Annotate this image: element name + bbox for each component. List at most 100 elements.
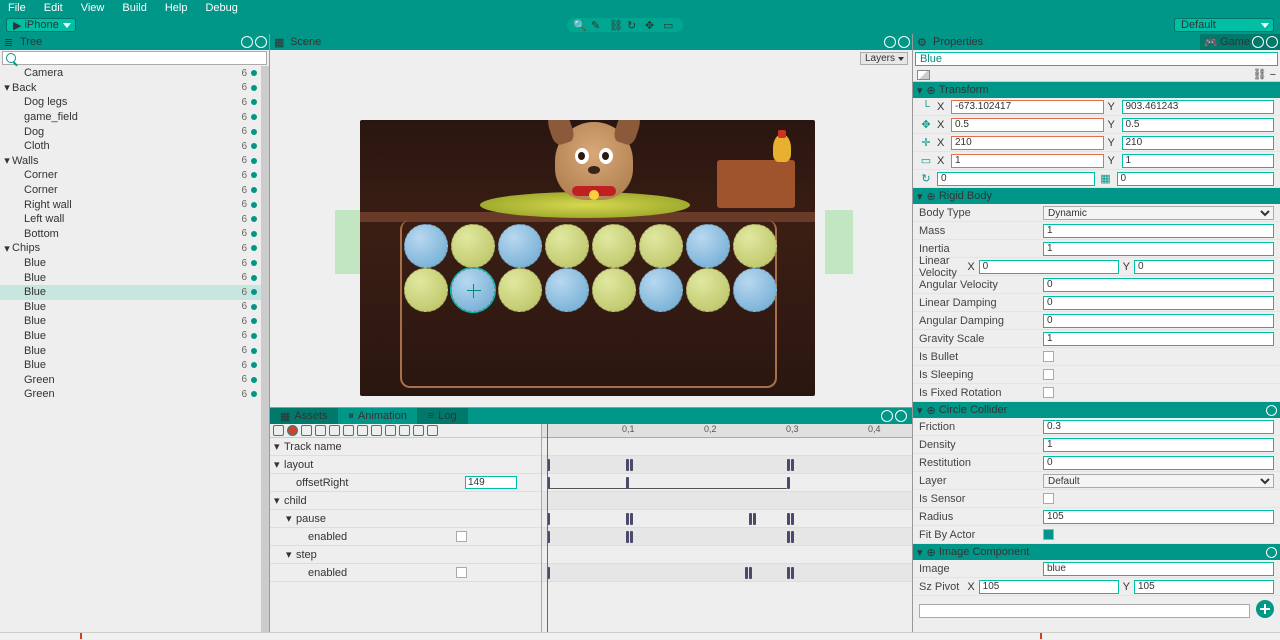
mass-input[interactable]: [1043, 224, 1274, 238]
chip[interactable]: [451, 224, 495, 268]
link-icon[interactable]: ⛓: [1253, 68, 1267, 81]
tool-search-icon[interactable]: 🔍: [573, 19, 587, 31]
chip[interactable]: [498, 224, 542, 268]
friction-input[interactable]: [1043, 420, 1274, 434]
timeline-lane[interactable]: [542, 474, 912, 492]
anim-curve-icon[interactable]: [385, 425, 396, 436]
tool-link-icon[interactable]: ⛓: [609, 19, 623, 31]
chip-selected[interactable]: [451, 268, 495, 312]
bodytype-select[interactable]: Dynamic: [1043, 206, 1274, 220]
anim-track-row[interactable]: ▾step: [270, 546, 541, 564]
layout-dropdown[interactable]: Default: [1174, 18, 1274, 32]
scene-close-icon[interactable]: [898, 36, 910, 48]
section-image[interactable]: ▾⊕ Image Component: [913, 544, 1280, 560]
anim-close-icon[interactable]: [895, 410, 907, 422]
menu-build[interactable]: Build: [122, 2, 146, 14]
linvel-x-input[interactable]: [979, 260, 1119, 274]
layers-dropdown[interactable]: Layers: [860, 52, 908, 65]
tree-item[interactable]: Cloth6: [0, 139, 261, 154]
restitution-input[interactable]: [1043, 456, 1274, 470]
menu-help[interactable]: Help: [165, 2, 188, 14]
device-dropdown[interactable]: ▶iPhone: [6, 18, 76, 32]
remove-collider-icon[interactable]: [1266, 405, 1277, 416]
sensor-checkbox[interactable]: [1043, 493, 1054, 504]
anim-opts-icon[interactable]: [427, 425, 438, 436]
anchor-y-input[interactable]: [1122, 154, 1275, 168]
pivot-y-input[interactable]: [1134, 580, 1274, 594]
inertia-input[interactable]: [1043, 242, 1274, 256]
add-component-button[interactable]: [1256, 600, 1274, 618]
timeline-lane[interactable]: [542, 546, 912, 564]
tool-frame-icon[interactable]: ▭: [663, 19, 677, 31]
anim-track-row[interactable]: enabled: [270, 564, 541, 582]
scene-min-icon[interactable]: [884, 36, 896, 48]
timeline-ruler[interactable]: 0,10,20,30,40,50,60,7: [542, 424, 912, 438]
chip[interactable]: [545, 268, 589, 312]
anim-track-row[interactable]: ▾pause: [270, 510, 541, 528]
tree-item[interactable]: Blue6: [0, 329, 261, 344]
chip[interactable]: [545, 224, 589, 268]
chip[interactable]: [733, 268, 777, 312]
tree-item[interactable]: Dog legs6: [0, 95, 261, 110]
chip[interactable]: [404, 224, 448, 268]
rot-x-input[interactable]: [937, 172, 1095, 186]
anim-cut-icon[interactable]: [399, 425, 410, 436]
tree-item[interactable]: ▾Back6: [0, 81, 261, 96]
tree-item[interactable]: Blue6: [0, 358, 261, 373]
anim-loop-icon[interactable]: [371, 425, 382, 436]
anim-track-row[interactable]: ▾layout: [270, 456, 541, 474]
fitactor-checkbox[interactable]: [1043, 529, 1054, 540]
anim-track-row[interactable]: ▾child: [270, 492, 541, 510]
tree-item[interactable]: Green6: [0, 372, 261, 387]
tree-item[interactable]: Blue6: [0, 343, 261, 358]
anim-scale-icon[interactable]: [413, 425, 424, 436]
animation-timeline[interactable]: 0,10,20,30,40,50,60,7: [542, 424, 912, 632]
minus-icon[interactable]: −: [1270, 69, 1276, 81]
tree-item[interactable]: Blue6: [0, 285, 261, 300]
tree-min-icon[interactable]: [241, 36, 253, 48]
bullet-checkbox[interactable]: [1043, 351, 1054, 362]
chip[interactable]: [592, 268, 636, 312]
add-component-search[interactable]: [919, 604, 1250, 618]
tree-item[interactable]: Camera6: [0, 66, 261, 81]
fixedrot-checkbox[interactable]: [1043, 387, 1054, 398]
tree-item[interactable]: game_field6: [0, 110, 261, 125]
tree-item[interactable]: Blue6: [0, 270, 261, 285]
tree-item[interactable]: Dog6: [0, 124, 261, 139]
anim-record-icon[interactable]: [287, 425, 298, 436]
pos-x-input[interactable]: [951, 100, 1104, 114]
tree-item[interactable]: Blue6: [0, 314, 261, 329]
anim-track-row[interactable]: offsetRight: [270, 474, 541, 492]
tree-item[interactable]: Bottom6: [0, 227, 261, 242]
tree-list[interactable]: Camera6▾Back6Dog legs6game_field6Dog6Clo…: [0, 66, 261, 632]
game-tab[interactable]: 🎮Game: [1200, 34, 1280, 50]
chip[interactable]: [686, 224, 730, 268]
tree-item[interactable]: Green6: [0, 387, 261, 402]
tree-item[interactable]: Corner6: [0, 168, 261, 183]
tree-item[interactable]: Blue6: [0, 256, 261, 271]
section-transform[interactable]: ▾⊕ Transform: [913, 82, 1280, 98]
gravity-input[interactable]: [1043, 332, 1274, 346]
anim-last-icon[interactable]: [357, 425, 368, 436]
size-x-input[interactable]: [951, 136, 1104, 150]
chip[interactable]: [733, 224, 777, 268]
tree-item[interactable]: ▾Walls6: [0, 154, 261, 169]
timeline-lane[interactable]: [542, 438, 912, 456]
timeline-lane[interactable]: [542, 456, 912, 474]
pos-y-input[interactable]: [1122, 100, 1275, 114]
tree-item[interactable]: Blue6: [0, 300, 261, 315]
timeline-lane[interactable]: [542, 510, 912, 528]
tool-move-icon[interactable]: ✥: [645, 19, 659, 31]
anim-next-icon[interactable]: [343, 425, 354, 436]
radius-input[interactable]: [1043, 510, 1274, 524]
remove-image-icon[interactable]: [1266, 547, 1277, 558]
rot-y-input[interactable]: [1117, 172, 1275, 186]
timeline-lane[interactable]: [542, 492, 912, 510]
tab-assets[interactable]: ▦Assets: [270, 408, 338, 424]
section-rigidbody[interactable]: ▾⊕ Rigid Body: [913, 188, 1280, 204]
tree-item[interactable]: Corner6: [0, 183, 261, 198]
object-name-input[interactable]: [915, 52, 1278, 66]
angdamp-input[interactable]: [1043, 314, 1274, 328]
tree-item[interactable]: Left wall6: [0, 212, 261, 227]
chip[interactable]: [498, 268, 542, 312]
